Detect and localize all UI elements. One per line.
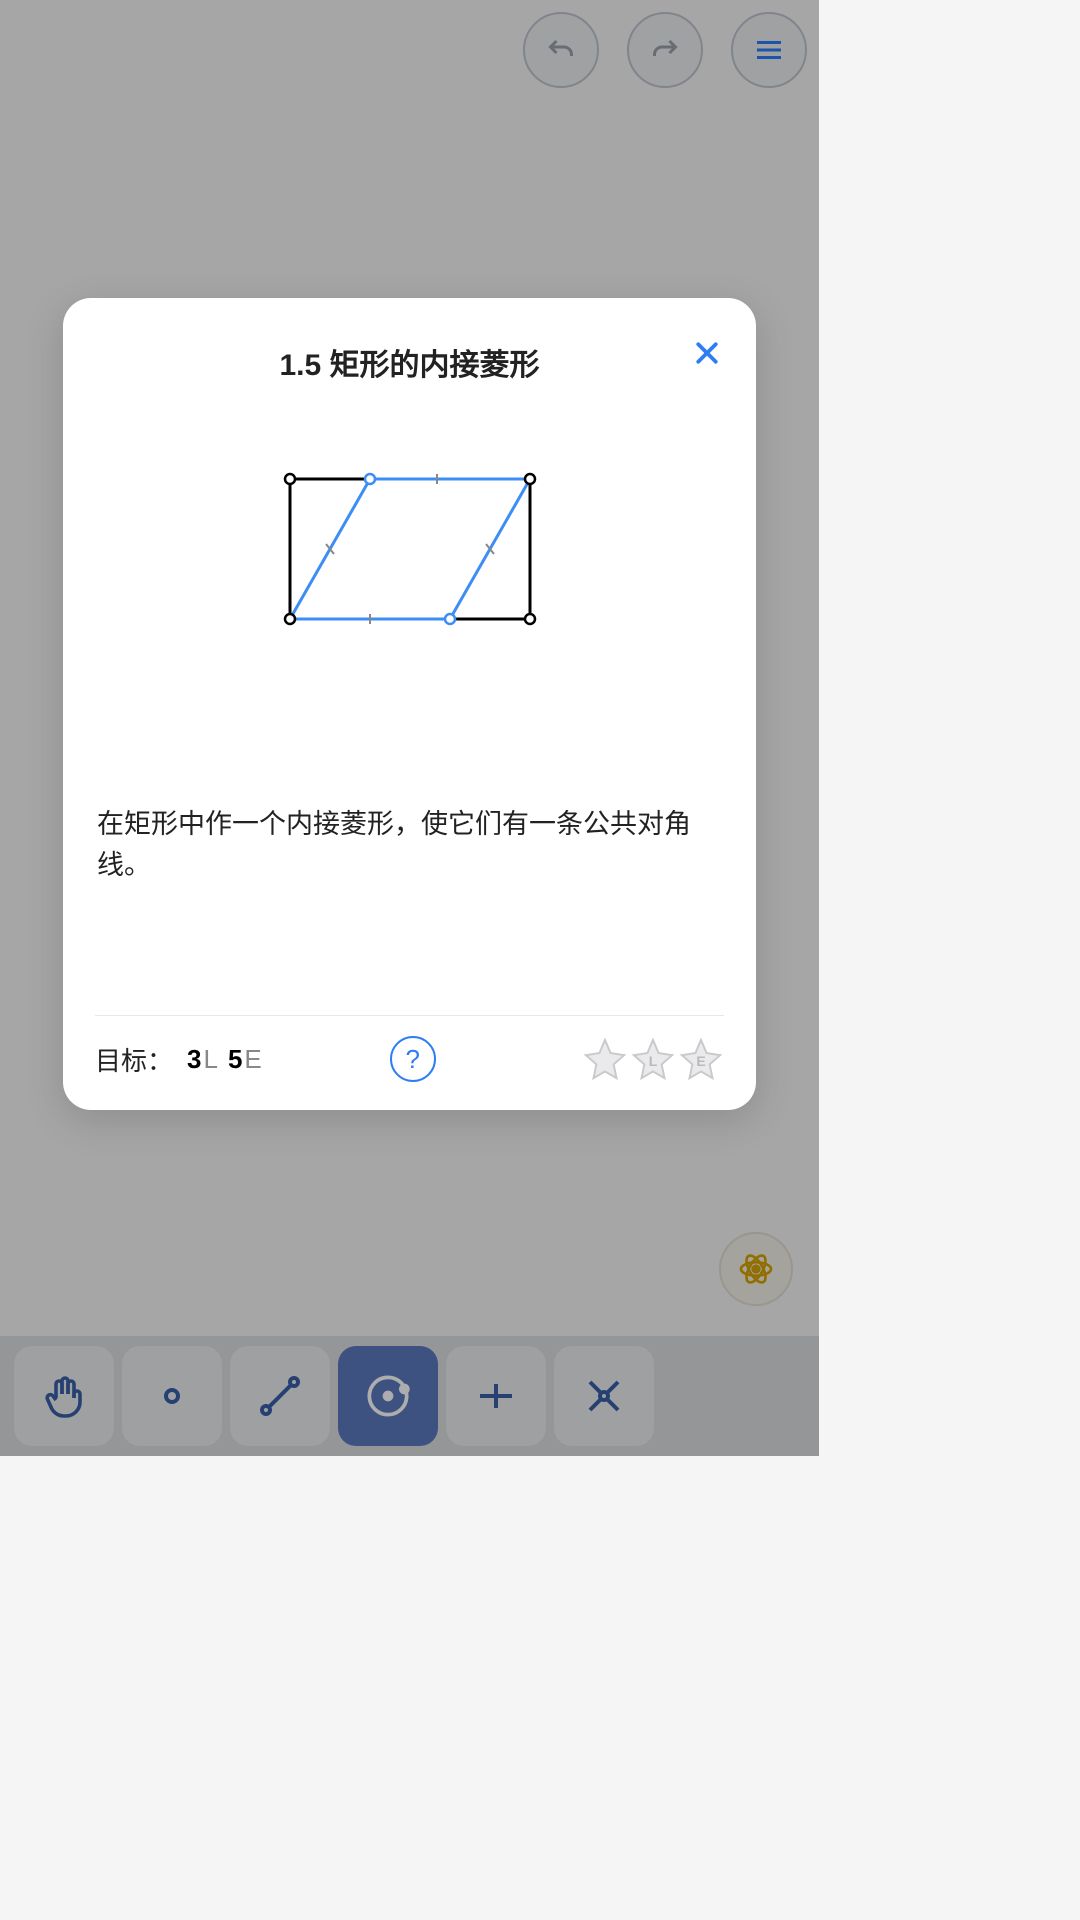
goal-l: 3L — [187, 1044, 218, 1075]
goal-label: 目标： — [95, 1041, 173, 1078]
goal-values: 3L 5E — [187, 1044, 262, 1075]
star-rating: L E — [582, 1036, 724, 1082]
help-icon: ? — [406, 1044, 420, 1075]
modal-header: 1.5 矩形的内接菱形 — [95, 340, 724, 384]
goal-e: 5E — [228, 1044, 262, 1075]
modal-footer: 目标： 3L 5E ? L E — [95, 1015, 724, 1082]
help-button[interactable]: ? — [390, 1036, 436, 1082]
modal-title: 1.5 矩形的内接菱形 — [95, 340, 724, 384]
star-1 — [582, 1036, 628, 1082]
level-description: 在矩形中作一个内接菱形，使它们有一条公共对角线。 — [95, 804, 724, 885]
close-icon — [692, 338, 722, 368]
star-2: L — [630, 1036, 676, 1082]
star-3: E — [678, 1036, 724, 1082]
close-button[interactable] — [686, 332, 728, 374]
level-diagram — [270, 464, 550, 634]
level-modal: 1.5 矩形的内接菱形 在矩形中作一个内接菱形，使它们有一条公共对角线。 目标：… — [63, 298, 756, 1110]
